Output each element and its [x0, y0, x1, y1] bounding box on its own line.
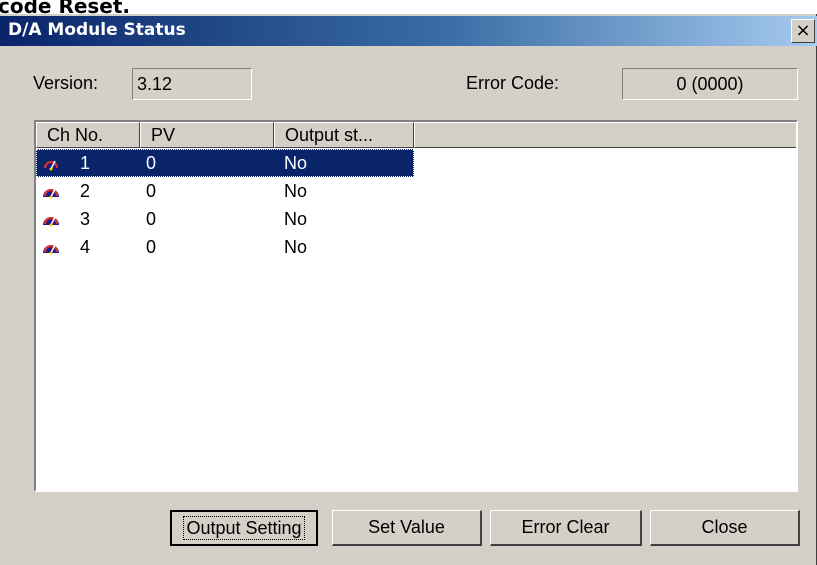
- list-header: Ch No. PV Output st...: [36, 122, 796, 148]
- close-button[interactable]: Close: [650, 510, 800, 546]
- column-header-pv[interactable]: PV: [140, 122, 274, 148]
- cell-output-status: No: [284, 181, 308, 201]
- error-code-label: Error Code:: [466, 73, 560, 93]
- window-title: D/A Module Status: [8, 20, 186, 40]
- list-item[interactable]: 3 0 No: [36, 205, 414, 233]
- list-item[interactable]: 4 0 No: [36, 233, 414, 261]
- gauge-icon: [43, 160, 59, 171]
- cell-output-status: No: [284, 237, 308, 257]
- cell-ch-no: 4: [80, 237, 91, 257]
- output-setting-button[interactable]: Output Setting: [170, 510, 318, 546]
- cell-output-status: No: [284, 153, 308, 173]
- cell-ch-no: 3: [80, 209, 91, 229]
- da-module-status-dialog: D/A Module Status × Version: 3.12 Error …: [0, 14, 817, 565]
- cell-pv: 0: [146, 153, 157, 173]
- error-clear-button[interactable]: Error Clear: [490, 510, 642, 546]
- version-field: 3.12: [132, 68, 252, 100]
- background-text: code Reset.: [0, 0, 131, 14]
- close-icon[interactable]: ×: [791, 19, 815, 43]
- cell-pv: 0: [146, 181, 157, 201]
- cell-output-status: No: [284, 209, 308, 229]
- column-header-filler: [414, 122, 796, 148]
- cell-ch-no: 2: [80, 181, 91, 201]
- error-code-field: 0 (0000): [622, 68, 798, 100]
- title-bar[interactable]: D/A Module Status ×: [0, 16, 817, 46]
- cell-pv: 0: [146, 237, 157, 257]
- gauge-icon: [43, 216, 59, 227]
- gauge-icon: [43, 188, 59, 199]
- cell-pv: 0: [146, 209, 157, 229]
- background-document-text: code Reset.: [0, 0, 817, 14]
- column-header-ch-no[interactable]: Ch No.: [36, 122, 140, 148]
- list-item[interactable]: 1 0 No: [36, 149, 414, 177]
- column-header-output-status[interactable]: Output st...: [274, 122, 414, 148]
- version-value: 3.12: [137, 74, 173, 94]
- error-code-value: 0 (0000): [676, 74, 744, 94]
- output-setting-label: Output Setting: [183, 516, 305, 540]
- channel-list[interactable]: Ch No. PV Output st... 1 0 No 2 0 No 3 0…: [34, 120, 798, 492]
- list-item[interactable]: 2 0 No: [36, 177, 414, 205]
- set-value-button[interactable]: Set Value: [332, 510, 482, 546]
- gauge-icon: [43, 244, 59, 255]
- version-label: Version:: [33, 73, 99, 93]
- cell-ch-no: 1: [80, 153, 91, 173]
